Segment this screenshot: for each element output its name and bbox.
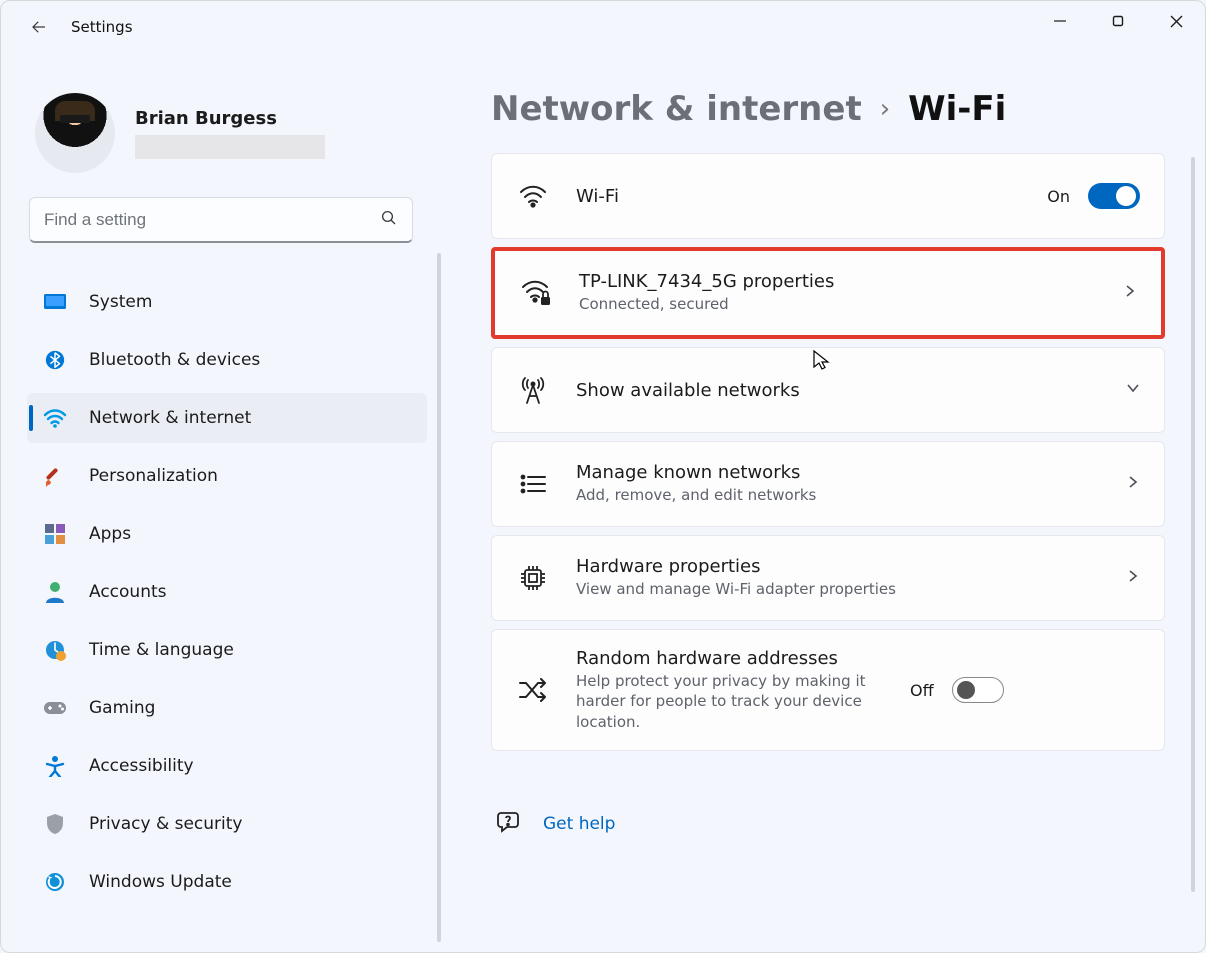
random-mac-sub: Help protect your privacy by making it h… (576, 671, 886, 732)
sidebar-item-personalization[interactable]: Personalization (27, 451, 427, 501)
accessibility-icon (43, 754, 67, 778)
sidebar-item-label: Gaming (89, 698, 155, 718)
sidebar-item-bluetooth[interactable]: Bluetooth & devices (27, 335, 427, 385)
sidebar-item-label: Network & internet (89, 408, 251, 428)
available-networks-title: Show available networks (576, 380, 1102, 401)
search-icon (380, 209, 398, 231)
current-network-status: Connected, secured (579, 294, 1099, 314)
content: Network & internet › Wi-Fi Wi-Fi On (441, 53, 1205, 952)
breadcrumb-current: Wi-Fi (908, 89, 1006, 129)
hardware-title: Hardware properties (576, 556, 1102, 577)
gamepad-icon (43, 696, 67, 720)
sidebar-item-privacy[interactable]: Privacy & security (27, 799, 427, 849)
wifi-icon (43, 406, 67, 430)
sidebar-item-label: Time & language (89, 640, 234, 660)
close-button[interactable] (1147, 1, 1205, 41)
list-icon (514, 474, 552, 494)
nav: System Bluetooth & devices Network & int… (1, 257, 441, 907)
titlebar: Settings (1, 1, 1205, 53)
profile-email-redacted (135, 135, 325, 159)
sidebar-item-accounts[interactable]: Accounts (27, 567, 427, 617)
search-box[interactable] (29, 197, 413, 243)
current-network-title: TP-LINK_7434_5G properties (579, 271, 1099, 292)
back-button[interactable] (19, 7, 59, 47)
wifi-icon (514, 184, 552, 208)
chevron-right-icon (1126, 475, 1140, 493)
sidebar-item-label: Accessibility (89, 756, 194, 776)
wifi-secured-icon (517, 279, 555, 307)
display-icon (43, 290, 67, 314)
wifi-master-label: Wi-Fi (576, 186, 1023, 207)
wifi-master-card: Wi-Fi On (491, 153, 1165, 239)
maximize-button[interactable] (1089, 1, 1147, 41)
random-mac-title: Random hardware addresses (576, 648, 886, 669)
search-input[interactable] (44, 210, 380, 230)
sidebar-item-label: Apps (89, 524, 131, 544)
antenna-icon (514, 375, 552, 405)
sidebar-item-label: Accounts (89, 582, 167, 602)
sidebar-item-label: Personalization (89, 466, 218, 486)
person-icon (43, 580, 67, 604)
sidebar-item-time-language[interactable]: Time & language (27, 625, 427, 675)
sidebar-item-system[interactable]: System (27, 277, 427, 327)
known-networks-sub: Add, remove, and edit networks (576, 485, 1102, 505)
random-mac-toggle[interactable] (952, 677, 1004, 703)
paintbrush-icon (43, 464, 67, 488)
hardware-properties-row[interactable]: Hardware properties View and manage Wi-F… (491, 535, 1165, 621)
profile[interactable]: Brian Burgess (1, 53, 441, 197)
known-networks-row[interactable]: Manage known networks Add, remove, and e… (491, 441, 1165, 527)
current-network-row[interactable]: TP-LINK_7434_5G properties Connected, se… (491, 247, 1165, 339)
wifi-state-label: On (1047, 187, 1070, 206)
chip-icon (514, 564, 552, 592)
shuffle-icon (514, 678, 552, 702)
chevron-right-icon: › (880, 94, 890, 124)
sidebar-item-label: Windows Update (89, 872, 232, 892)
sidebar: Brian Burgess System (1, 53, 441, 952)
content-scrollbar[interactable] (1191, 157, 1195, 892)
window-title: Settings (71, 18, 133, 36)
known-networks-title: Manage known networks (576, 462, 1102, 483)
chevron-right-icon (1126, 569, 1140, 587)
sidebar-item-accessibility[interactable]: Accessibility (27, 741, 427, 791)
bluetooth-icon (43, 348, 67, 372)
profile-name: Brian Burgess (135, 108, 325, 129)
sidebar-item-windows-update[interactable]: Windows Update (27, 857, 427, 907)
random-mac-state-label: Off (910, 681, 934, 700)
minimize-button[interactable] (1031, 1, 1089, 41)
available-networks-row[interactable]: Show available networks (491, 347, 1165, 433)
wifi-toggle[interactable] (1088, 183, 1140, 209)
chevron-down-icon (1126, 381, 1140, 399)
help-icon (497, 809, 523, 839)
window-controls (1031, 1, 1205, 41)
sidebar-item-label: System (89, 292, 152, 312)
sidebar-item-network[interactable]: Network & internet (27, 393, 427, 443)
shield-icon (43, 812, 67, 836)
get-help-link[interactable]: Get help (543, 814, 615, 834)
sidebar-item-apps[interactable]: Apps (27, 509, 427, 559)
breadcrumb-parent[interactable]: Network & internet (491, 89, 862, 129)
sidebar-item-gaming[interactable]: Gaming (27, 683, 427, 733)
update-icon (43, 870, 67, 894)
get-help-row[interactable]: Get help (491, 809, 1165, 839)
chevron-right-icon (1123, 284, 1137, 302)
sidebar-item-label: Bluetooth & devices (89, 350, 260, 370)
clock-globe-icon (43, 638, 67, 662)
hardware-sub: View and manage Wi-Fi adapter properties (576, 579, 1102, 599)
apps-icon (43, 522, 67, 546)
sidebar-item-label: Privacy & security (89, 814, 243, 834)
avatar (35, 93, 115, 173)
random-mac-row: Random hardware addresses Help protect y… (491, 629, 1165, 751)
breadcrumb: Network & internet › Wi-Fi (491, 89, 1165, 129)
